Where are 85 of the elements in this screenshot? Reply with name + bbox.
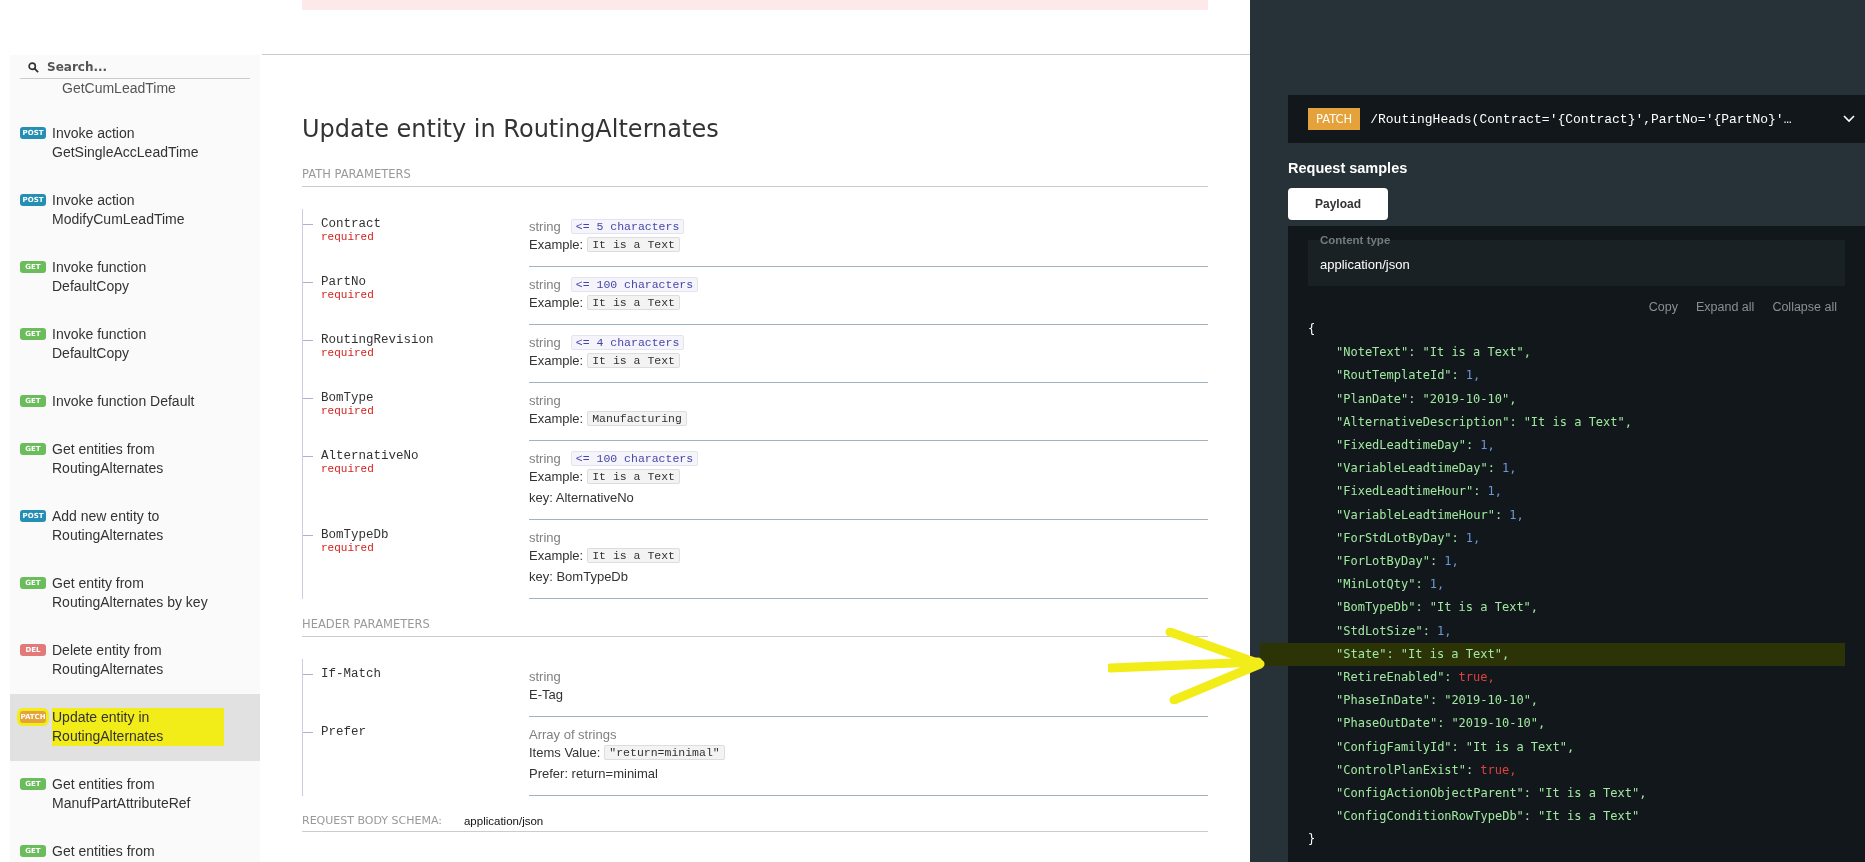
code-line: "NoteText": "It is a Text", (1335, 344, 1532, 362)
code-line: "ControlPlanExist": true, (1335, 761, 1518, 779)
code-line: "StdLotSize": 1, (1335, 622, 1453, 640)
section-title: Request samples (1288, 160, 1409, 176)
example-label: Example: (529, 294, 584, 312)
code-action-link[interactable]: Copy (1648, 300, 1678, 314)
search-icon (28, 61, 39, 73)
code-line: "ConfigActionObjectParent": "It is a Text", (1335, 785, 1648, 803)
parameter-name: If-Match (321, 667, 382, 681)
example-value: Manufacturing (587, 411, 687, 426)
parameter-type: string (529, 530, 561, 545)
search-field[interactable]: Search... (45, 59, 235, 75)
required-label: required (321, 231, 375, 243)
example-value: "return=minimal" (604, 745, 725, 760)
constraint-tag: <= 100 characters (570, 451, 699, 466)
code-line: "MinLotQty": 1, (1335, 576, 1446, 594)
parameter-type: string (529, 451, 561, 466)
parameter-name: BomType (321, 391, 375, 405)
parameter-type: string (529, 335, 561, 350)
code-line: "RoutTemplateId": 1, (1335, 367, 1482, 385)
code-line: "ConfigConditionRowTypeDb": "It is a Text" (1335, 808, 1641, 826)
example-label: Example: (529, 468, 584, 486)
parameter-type: string (529, 669, 561, 684)
example-value: It is a Text (587, 353, 681, 368)
code-line: "PlanDate": "2019-10-10", (1335, 390, 1518, 408)
parameter-description: key: AlternativeNo (529, 489, 634, 507)
code-line: "FixedLeadtimeHour": 1, (1335, 483, 1503, 501)
code-brace: { (1308, 322, 1316, 336)
constraint-tag: <= 100 characters (570, 277, 699, 292)
code-brace: } (1308, 832, 1316, 847)
required-label: required (321, 463, 375, 475)
code-action-link[interactable]: Expand all (1696, 300, 1755, 314)
highlighter-mark: Update entity in RoutingAlternates (52, 708, 224, 746)
example-label: Example: (529, 236, 584, 254)
chevron-down-icon (1843, 115, 1855, 123)
example-value: It is a Text (587, 237, 681, 252)
required-label: required (321, 542, 375, 554)
parameter-name: Contract (321, 217, 382, 231)
code-line: "VariableLeadtimeDay": 1, (1335, 460, 1518, 478)
example-value: It is a Text (587, 469, 681, 484)
body-schema-label: REQUEST BODY SCHEMA: (302, 814, 442, 827)
section-heading: PATH PARAMETERS (302, 167, 1208, 187)
parameter-name: RoutingRevision (321, 333, 435, 347)
code-line: "AlternativeDescription": "It is a Text", (1335, 413, 1633, 431)
code-action-link[interactable]: Collapse all (1772, 300, 1837, 314)
parameter-name: AlternativeNo (321, 449, 420, 463)
code-line: "FixedLeadtimeDay": 1, (1335, 437, 1496, 454)
parameter-type: string (529, 277, 561, 292)
code-line: "BomTypeDb": "It is a Text", (1335, 599, 1540, 617)
example-value: It is a Text (587, 295, 681, 310)
required-label: required (321, 289, 375, 301)
body-schema-value: application/json (463, 814, 544, 827)
code-line: "ForStdLotByDay": 1, (1335, 529, 1482, 547)
required-label: required (321, 347, 375, 359)
parameter-type: string (529, 393, 561, 408)
required-label: required (321, 405, 375, 417)
parameter-name: PartNo (321, 275, 367, 289)
example-label: Items Value: (529, 744, 601, 762)
parameter-type: string (529, 219, 561, 234)
parameter-description: E-Tag (529, 686, 563, 704)
example-label: Example: (529, 547, 584, 565)
endpoint-bar[interactable]: PATCH /RoutingHeads(Contract='{Contract}',PartNo='{PartNo}'… (1288, 95, 1865, 143)
code-line: "PhaseInDate": "2019-10-10", (1335, 692, 1540, 710)
parameter-description: Prefer: return=minimal (529, 765, 658, 783)
example-value: It is a Text (587, 548, 681, 563)
constraint-tag: <= 5 characters (570, 219, 685, 234)
example-label: Example: (529, 352, 584, 370)
constraint-tag: <= 4 characters (570, 335, 685, 350)
code-line: "PhaseOutDate": "2019-10-10", (1335, 715, 1547, 733)
example-label: Example: (529, 410, 584, 428)
parameter-description: key: BomTypeDb (529, 568, 628, 586)
code-line: "ForLotByDay": 1, (1335, 553, 1460, 571)
operation-title: Update entity in RoutingAlternates (302, 115, 720, 143)
code-line: "RetireEnabled": true, (1335, 669, 1496, 687)
section-heading: HEADER PARAMETERS (302, 617, 1208, 637)
payload-tab[interactable]: Payload (1288, 188, 1388, 220)
sidebar-item[interactable]: GetCumLeadTime (10, 79, 260, 110)
endpoint-path: /RoutingHeads(Contract='{Contract}',PartNo='{PartNo}'… (1370, 111, 1793, 127)
parameter-type: Array of strings (529, 727, 617, 742)
parameter-name: BomTypeDb (321, 528, 390, 542)
field-value: application/json (1320, 257, 1410, 272)
method-badge: PATCH (1308, 108, 1361, 130)
code-line: "VariableLeadtimeHour": 1, (1335, 506, 1525, 524)
parameter-name: Prefer (321, 725, 367, 739)
code-line: "ConfigFamilyId": "It is a Text", (1335, 738, 1576, 756)
